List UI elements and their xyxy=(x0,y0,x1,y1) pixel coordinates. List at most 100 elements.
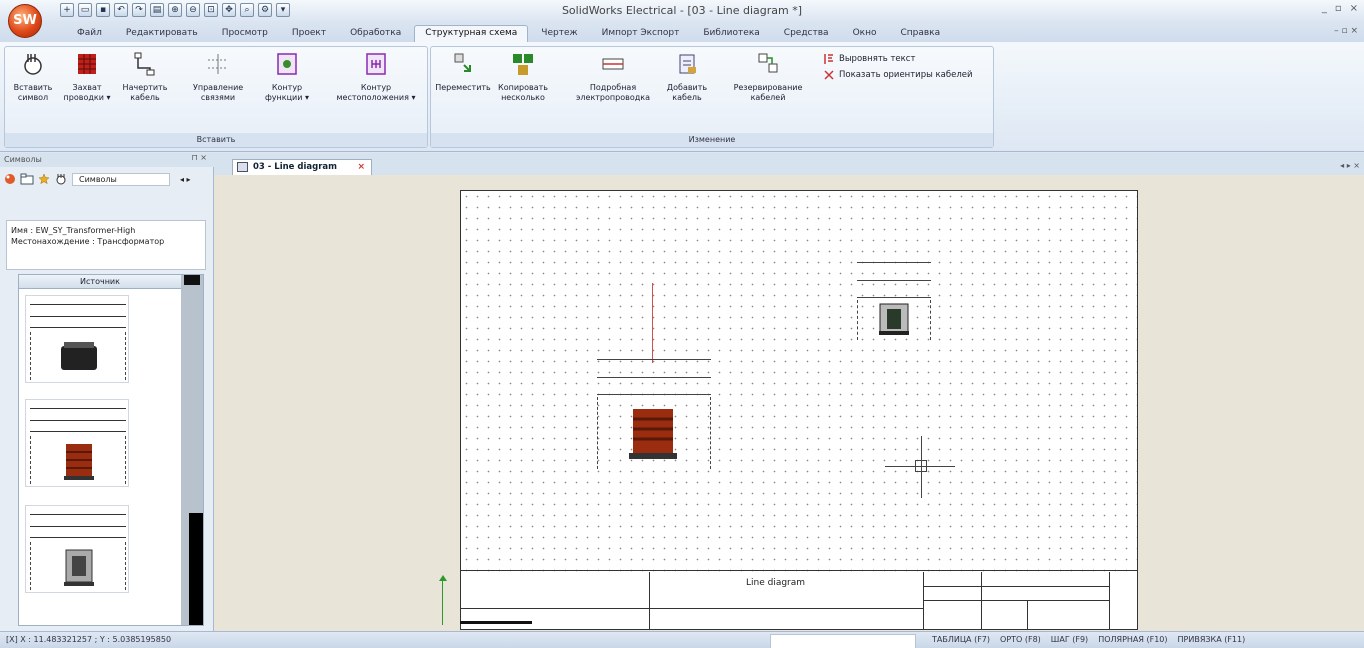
star-icon[interactable] xyxy=(38,173,50,185)
print-icon[interactable]: ▤ xyxy=(150,3,164,17)
mode-grid[interactable]: ТАБЛИЦА (F7) xyxy=(932,632,990,648)
drawing-sheet[interactable]: Line diagram xyxy=(460,190,1138,630)
qat-dropdown-icon[interactable]: ▾ xyxy=(276,3,290,17)
tab-library[interactable]: Библиотека xyxy=(692,25,770,42)
show-cable-guides-button[interactable]: Показать ориентиры кабелей xyxy=(823,69,973,81)
command-input[interactable] xyxy=(770,634,916,648)
application-orb-button[interactable]: SW xyxy=(8,4,42,38)
add-cable-icon xyxy=(679,54,696,74)
wire-capture-button[interactable]: Захват проводки ▾ xyxy=(57,51,117,103)
folder-icon[interactable] xyxy=(20,173,34,185)
pan-icon[interactable]: ✥ xyxy=(222,3,236,17)
symbol-list-scrollbar[interactable] xyxy=(181,275,203,625)
ribbon: Вставить символ Захват проводки ▾ Начерт… xyxy=(0,42,1364,152)
zoom-in-icon[interactable]: ⊕ xyxy=(168,3,182,17)
symbols-filter-label[interactable]: Символы xyxy=(72,172,170,186)
cable-reservation-icon xyxy=(758,53,778,73)
tab-tools[interactable]: Средства xyxy=(773,25,840,42)
tab-project[interactable]: Проект xyxy=(281,25,337,42)
drawing-canvas[interactable]: Line diagram xyxy=(214,175,1364,631)
manage-links-icon xyxy=(208,54,228,74)
location-outline-icon xyxy=(366,53,386,75)
align-text-button[interactable]: Выровнять текст xyxy=(823,53,915,65)
tab-import-export[interactable]: Импорт Экспорт xyxy=(591,25,691,42)
add-cable-button[interactable]: Добавить кабель xyxy=(657,51,717,103)
tab-edit[interactable]: Редактировать xyxy=(115,25,209,42)
quick-access-toolbar: + ▭ ▪ ↶ ↷ ▤ ⊕ ⊖ ⊡ ✥ ⌕ ⚙ ▾ xyxy=(60,3,290,19)
symbol-card-transformer-red[interactable] xyxy=(25,399,129,487)
save-icon[interactable]: ▪ xyxy=(96,3,110,17)
ribbon-group-modify: Переместить Копировать несколько Подробн… xyxy=(430,46,994,148)
drafting-modes: ТАБЛИЦА (F7) ОРТО (F8) ШАГ (F9) ПОЛЯРНАЯ… xyxy=(932,632,1245,648)
location-outline-button[interactable]: Контур местоположения ▾ xyxy=(331,51,421,103)
close-button[interactable]: × xyxy=(1350,3,1358,14)
move-icon xyxy=(454,53,471,72)
minimize-button[interactable]: _ xyxy=(1322,3,1327,14)
ribbon-tabs: Файл Редактировать Просмотр Проект Обраб… xyxy=(0,22,1364,42)
tab-view[interactable]: Просмотр xyxy=(211,25,279,42)
scrollbar-track-dark xyxy=(189,513,203,625)
symbol-list: Источник xyxy=(18,274,204,626)
title-bar: SW + ▭ ▪ ↶ ↷ ▤ ⊕ ⊖ ⊡ ✥ ⌕ ⚙ ▾ SolidWorks … xyxy=(0,0,1364,38)
document-tab-bar: 03 - Line diagram × ◂ ▸ × xyxy=(214,153,1364,175)
detailed-wiring-icon xyxy=(602,58,624,70)
redo-icon[interactable]: ↷ xyxy=(132,3,146,17)
mode-snap-step[interactable]: ШАГ (F9) xyxy=(1051,632,1088,648)
zoom-out-icon[interactable]: ⊖ xyxy=(186,3,200,17)
restore-button[interactable]: ▫ xyxy=(1335,3,1342,14)
open-file-icon[interactable]: ▭ xyxy=(78,3,92,17)
tab-line-diagram[interactable]: Структурная схема xyxy=(414,25,529,42)
ribbon-group-insert: Вставить символ Захват проводки ▾ Начерт… xyxy=(4,46,428,148)
copy-multiple-icon xyxy=(513,54,533,75)
mode-osnap[interactable]: ПРИВЯЗКА (F11) xyxy=(1178,632,1246,648)
draw-cable-button[interactable]: Начертить кабель xyxy=(119,51,171,103)
draw-cable-icon xyxy=(134,52,155,76)
ucs-y-axis xyxy=(442,577,443,625)
move-button[interactable]: Переместить xyxy=(435,51,491,93)
mode-polar[interactable]: ПОЛЯРНАЯ (F10) xyxy=(1098,632,1167,648)
panel-nav-arrows[interactable]: ◂ ▸ xyxy=(180,175,191,184)
symbol-card-transformer-black[interactable] xyxy=(25,295,129,383)
symbol-filter-icon[interactable] xyxy=(54,173,68,185)
orb-label: SW xyxy=(13,13,37,28)
document-tab-line-diagram[interactable]: 03 - Line diagram × xyxy=(232,159,372,175)
tab-help[interactable]: Справка xyxy=(889,25,951,42)
drawing-doc-icon xyxy=(237,162,248,172)
cable-reservation-button[interactable]: Резервирование кабелей xyxy=(721,51,815,103)
undo-icon[interactable]: ↶ xyxy=(114,3,128,17)
red-wire-line[interactable] xyxy=(652,283,653,363)
wire-grid-icon xyxy=(78,54,96,74)
detailed-wiring-button[interactable]: Подробная электропроводка xyxy=(573,51,653,103)
transformer-red-icon xyxy=(64,444,94,480)
tab-drawing[interactable]: Чертеж xyxy=(530,25,588,42)
function-outline-button[interactable]: Контур функции ▾ xyxy=(257,51,317,103)
canvas-transformer-grey-icon[interactable] xyxy=(877,301,911,337)
palette-icon[interactable] xyxy=(4,173,16,185)
symbol-card-transformer-grey[interactable] xyxy=(25,505,129,593)
title-block-diagram-name: Line diagram xyxy=(746,578,806,588)
insert-symbol-button[interactable]: Вставить символ xyxy=(9,51,57,103)
scrollbar-thumb[interactable] xyxy=(184,275,200,285)
panel-pin-close[interactable]: ⊓ × xyxy=(192,153,208,162)
canvas-symbol-frame-2[interactable] xyxy=(857,262,931,298)
zoom-fit-icon[interactable]: ⊡ xyxy=(204,3,218,17)
document-tab-label: 03 - Line diagram xyxy=(253,162,337,172)
manage-links-button[interactable]: Управление связями xyxy=(193,51,243,103)
copy-multiple-button[interactable]: Копировать несколько xyxy=(493,51,553,103)
new-file-icon[interactable]: + xyxy=(60,3,74,17)
canvas-transformer-red-icon[interactable] xyxy=(627,405,679,463)
tab-window[interactable]: Окно xyxy=(842,25,888,42)
tab-processing[interactable]: Обработка xyxy=(339,25,412,42)
canvas-symbol-frame-1[interactable] xyxy=(597,359,711,395)
tab-file[interactable]: Файл xyxy=(66,25,113,42)
status-bar: [X] X : 11.483321257 ; Y : 5.0385195850 … xyxy=(0,631,1364,648)
title-block: Line diagram xyxy=(461,572,1137,629)
search-icon[interactable]: ⌕ xyxy=(240,3,254,17)
mode-ortho[interactable]: ОРТО (F8) xyxy=(1000,632,1041,648)
document-tab-close-icon[interactable]: × xyxy=(357,160,365,175)
sheet-drawing-area xyxy=(461,191,1137,571)
mdi-window-controls[interactable]: – ▫ × xyxy=(1334,26,1358,36)
settings-icon[interactable]: ⚙ xyxy=(258,3,272,17)
document-tab-navigation[interactable]: ◂ ▸ × xyxy=(1340,161,1360,170)
function-outline-icon xyxy=(277,53,297,75)
